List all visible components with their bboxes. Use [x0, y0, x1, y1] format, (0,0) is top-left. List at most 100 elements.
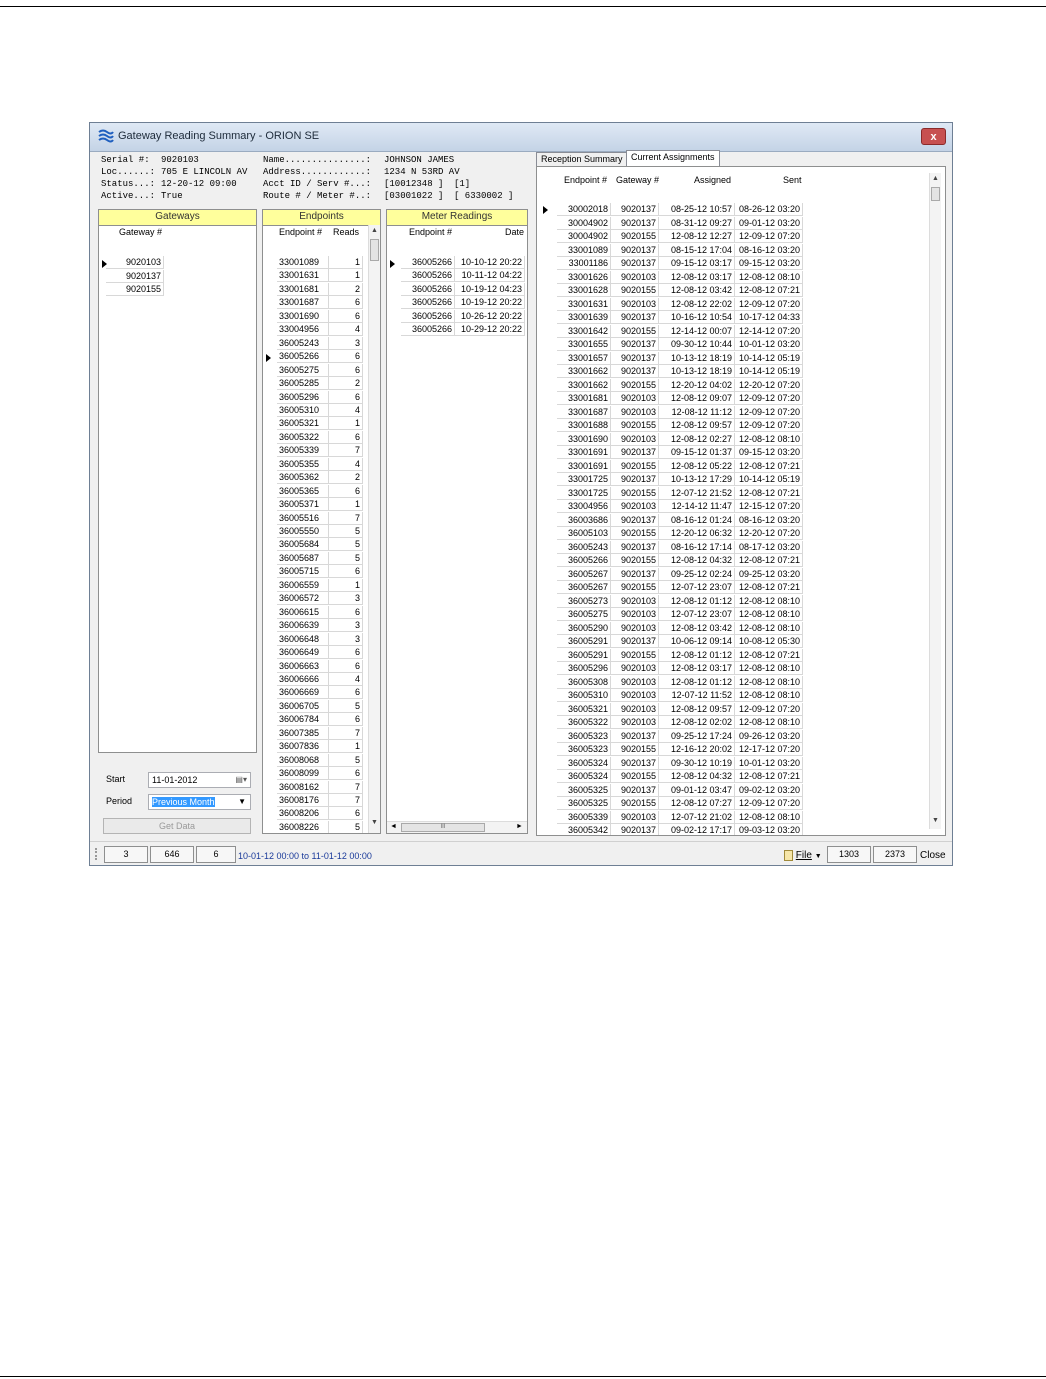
- endpoint-cell[interactable]: 36008162: [277, 780, 329, 794]
- assign-endpoint-cell[interactable]: 33001631: [557, 297, 611, 311]
- assign-assigned-cell[interactable]: 09-25-12 02:24: [659, 567, 735, 581]
- reads-col-header[interactable]: Reads: [333, 227, 359, 237]
- reads-cell[interactable]: 7: [329, 780, 363, 794]
- endpoint-cell[interactable]: 36005550: [277, 525, 329, 538]
- assign-gateway-cell[interactable]: 9020103: [611, 500, 659, 513]
- assign-endpoint-cell[interactable]: 33001626: [557, 270, 611, 284]
- assign-endpoint-cell[interactable]: 33001690: [557, 432, 611, 446]
- reads-cell[interactable]: 5: [329, 699, 363, 713]
- assign-endpoint-col-header[interactable]: Endpoint #: [564, 175, 607, 185]
- assign-gateway-cell[interactable]: 9020103: [611, 594, 659, 608]
- reads-cell[interactable]: 5: [329, 551, 363, 565]
- hscroll-thumb[interactable]: III: [401, 823, 485, 832]
- file-menu[interactable]: File ▼: [784, 850, 822, 861]
- assign-sent-col-header[interactable]: Sent: [783, 175, 802, 185]
- assign-endpoint-cell[interactable]: 36005325: [557, 783, 611, 797]
- assign-gateway-cell[interactable]: 9020155: [611, 230, 659, 243]
- assign-assigned-cell[interactable]: 08-16-12 01:24: [659, 513, 735, 527]
- assign-gateway-cell[interactable]: 9020103: [611, 405, 659, 419]
- assign-sent-cell[interactable]: 09-26-12 03:20: [735, 729, 803, 743]
- assign-sent-cell[interactable]: 12-08-12 08:10: [735, 621, 803, 635]
- assign-gateway-cell[interactable]: 9020103: [611, 810, 659, 824]
- scroll-right-icon[interactable]: ►: [516, 823, 523, 830]
- assign-sent-cell[interactable]: 12-20-12 07:20: [735, 378, 803, 392]
- reading-date-cell[interactable]: 10-29-12 20:22: [455, 323, 525, 337]
- assign-endpoint-cell[interactable]: 36005273: [557, 594, 611, 608]
- endpoint-cell[interactable]: 36005684: [277, 538, 329, 552]
- assign-sent-cell[interactable]: 12-08-12 08:10: [735, 608, 803, 621]
- assign-assigned-cell[interactable]: 12-08-12 22:02: [659, 297, 735, 311]
- reads-cell[interactable]: 5: [329, 753, 363, 767]
- assign-gateway-cell[interactable]: 9020103: [611, 689, 659, 702]
- assign-sent-cell[interactable]: 09-01-12 03:20: [735, 216, 803, 230]
- assign-endpoint-cell[interactable]: 33001662: [557, 378, 611, 392]
- start-date-picker[interactable]: 11-01-2012 ▤▾: [148, 772, 251, 788]
- assign-gateway-cell[interactable]: 9020137: [611, 338, 659, 351]
- endpoint-cell[interactable]: 33001681: [277, 282, 329, 296]
- reads-cell[interactable]: 6: [329, 686, 363, 700]
- reads-cell[interactable]: 1: [329, 256, 363, 269]
- reads-cell[interactable]: 6: [329, 605, 363, 619]
- assign-sent-cell[interactable]: 12-08-12 07:21: [735, 581, 803, 594]
- endpoint-cell[interactable]: 36005715: [277, 565, 329, 579]
- assign-assigned-cell[interactable]: 10-06-12 09:14: [659, 635, 735, 648]
- endpoints-scrollbar[interactable]: ▲ ▼: [368, 225, 380, 833]
- assignments-scrollbar[interactable]: ▲ ▼: [929, 173, 941, 829]
- assign-endpoint-cell[interactable]: 36005308: [557, 675, 611, 689]
- assign-sent-cell[interactable]: 12-09-12 07:20: [735, 702, 803, 716]
- assign-gateway-cell[interactable]: 9020103: [611, 392, 659, 405]
- gateway-col-header[interactable]: Gateway #: [119, 227, 162, 237]
- assign-endpoint-cell[interactable]: 33001681: [557, 392, 611, 405]
- reads-cell[interactable]: 2: [329, 282, 363, 296]
- assign-gateway-cell[interactable]: 9020137: [611, 783, 659, 797]
- reading-date-cell[interactable]: 10-19-12 20:22: [455, 296, 525, 310]
- assign-endpoint-cell[interactable]: 33001725: [557, 473, 611, 486]
- assign-sent-cell[interactable]: 10-08-12 05:30: [735, 635, 803, 648]
- assign-endpoint-cell[interactable]: 33004956: [557, 500, 611, 513]
- reads-cell[interactable]: 3: [329, 619, 363, 633]
- endpoint-cell[interactable]: 36006649: [277, 646, 329, 660]
- endpoint-cell[interactable]: 36005266: [277, 350, 329, 364]
- assign-assigned-cell[interactable]: 12-08-12 03:42: [659, 284, 735, 297]
- reads-cell[interactable]: 1: [329, 740, 363, 754]
- reading-date-cell[interactable]: 10-10-12 20:22: [455, 256, 525, 269]
- reads-cell[interactable]: 4: [329, 672, 363, 686]
- reads-cell[interactable]: 6: [329, 430, 363, 444]
- assign-gateway-cell[interactable]: 9020155: [611, 648, 659, 662]
- assign-sent-cell[interactable]: 12-08-12 07:21: [735, 284, 803, 297]
- assign-gateway-cell[interactable]: 9020137: [611, 365, 659, 378]
- assign-endpoint-cell[interactable]: 30004902: [557, 230, 611, 243]
- assign-sent-cell[interactable]: 12-08-12 08:10: [735, 810, 803, 824]
- assign-gateway-cell[interactable]: 9020137: [611, 540, 659, 554]
- endpoint-cell[interactable]: 36005365: [277, 484, 329, 498]
- assign-sent-cell[interactable]: 12-09-12 07:20: [735, 392, 803, 405]
- assign-sent-cell[interactable]: 12-08-12 07:21: [735, 770, 803, 783]
- reading-endpoint-cell[interactable]: 36005266: [401, 296, 455, 310]
- reads-cell[interactable]: 6: [329, 767, 363, 781]
- assign-assigned-cell[interactable]: 12-20-12 04:02: [659, 378, 735, 392]
- assign-endpoint-cell[interactable]: 36005291: [557, 648, 611, 662]
- assign-gateway-cell[interactable]: 9020155: [611, 459, 659, 473]
- assign-sent-cell[interactable]: 12-08-12 08:10: [735, 675, 803, 689]
- assign-sent-cell[interactable]: 12-08-12 07:21: [735, 648, 803, 662]
- assign-gateway-cell[interactable]: 9020103: [611, 621, 659, 635]
- reads-cell[interactable]: 5: [329, 538, 363, 552]
- assign-endpoint-cell[interactable]: 33001089: [557, 243, 611, 257]
- assign-gateway-cell[interactable]: 9020137: [611, 756, 659, 770]
- endpoint-col-header[interactable]: Endpoint #: [279, 227, 322, 237]
- assign-gateway-cell[interactable]: 9020155: [611, 554, 659, 567]
- assign-gateway-cell[interactable]: 9020137: [611, 513, 659, 527]
- assign-sent-cell[interactable]: 12-08-12 08:10: [735, 716, 803, 729]
- reads-cell[interactable]: 6: [329, 296, 363, 310]
- assign-endpoint-cell[interactable]: 36005310: [557, 689, 611, 702]
- assign-sent-cell[interactable]: 09-25-12 03:20: [735, 567, 803, 581]
- reads-cell[interactable]: 6: [329, 309, 363, 323]
- reading-date-col-header[interactable]: Date: [505, 227, 524, 237]
- assign-assigned-cell[interactable]: 09-01-12 03:47: [659, 783, 735, 797]
- assign-endpoint-cell[interactable]: 33001186: [557, 257, 611, 270]
- assign-assigned-cell[interactable]: 12-08-12 01:12: [659, 594, 735, 608]
- assign-gateway-cell[interactable]: 9020155: [611, 324, 659, 338]
- endpoint-cell[interactable]: 36005687: [277, 551, 329, 565]
- tab-reception-summary[interactable]: Reception Summary: [536, 152, 628, 167]
- reads-cell[interactable]: 6: [329, 646, 363, 660]
